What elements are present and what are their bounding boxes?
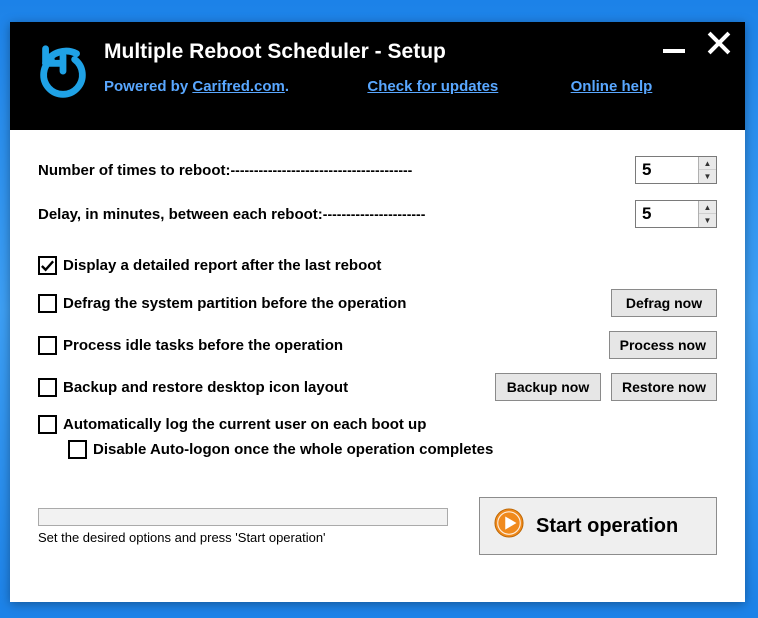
icon-layout-checkbox[interactable] — [38, 378, 57, 397]
check-updates-link[interactable]: Check for updates — [367, 78, 498, 95]
powered-by-prefix: Powered by — [104, 78, 192, 95]
detailed-report-label: Display a detailed report after the last… — [63, 257, 381, 274]
delay-label: Delay, in minutes, between each reboot: — [38, 206, 323, 223]
disable-auto-logon-label: Disable Auto-logon once the whole operat… — [93, 441, 493, 458]
delay-value[interactable]: 5 — [636, 201, 698, 227]
defrag-checkbox[interactable] — [38, 294, 57, 313]
delay-stepper[interactable]: 5 ▲ ▼ — [635, 200, 717, 228]
minimize-button[interactable] — [661, 30, 687, 56]
process-now-button[interactable]: Process now — [609, 331, 717, 359]
separator-dashes: ---------------------- — [323, 206, 426, 222]
start-operation-button[interactable]: Start operation — [479, 497, 717, 555]
start-operation-label: Start operation — [536, 515, 678, 538]
detailed-report-checkbox[interactable] — [38, 256, 57, 275]
content-area: Number of times to reboot: -------------… — [10, 130, 745, 573]
titlebar: Multiple Reboot Scheduler - Setup Powere… — [10, 22, 745, 130]
backup-now-button[interactable]: Backup now — [495, 373, 601, 401]
icon-layout-label: Backup and restore desktop icon layout — [63, 379, 348, 396]
close-button[interactable] — [705, 30, 731, 56]
online-help-link[interactable]: Online help — [571, 78, 653, 95]
reboot-count-value[interactable]: 5 — [636, 157, 698, 183]
reboot-count-label: Number of times to reboot: — [38, 162, 231, 179]
idle-tasks-label: Process idle tasks before the operation — [63, 337, 343, 354]
status-text: Set the desired options and press 'Start… — [38, 530, 448, 545]
defrag-now-button[interactable]: Defrag now — [611, 289, 717, 317]
delay-up[interactable]: ▲ — [699, 201, 716, 214]
play-icon — [494, 508, 524, 544]
defrag-label: Defrag the system partition before the o… — [63, 295, 406, 312]
reboot-count-stepper[interactable]: 5 ▲ ▼ — [635, 156, 717, 184]
app-window: Multiple Reboot Scheduler - Setup Powere… — [10, 22, 745, 602]
reboot-count-up[interactable]: ▲ — [699, 157, 716, 170]
carifred-link[interactable]: Carifred.com — [192, 78, 285, 95]
power-reboot-icon — [28, 38, 98, 108]
idle-tasks-checkbox[interactable] — [38, 336, 57, 355]
auto-logon-checkbox[interactable] — [38, 415, 57, 434]
separator-dashes: --------------------------------------- — [231, 162, 413, 178]
progress-bar — [38, 508, 448, 526]
reboot-count-down[interactable]: ▼ — [699, 170, 716, 183]
restore-now-button[interactable]: Restore now — [611, 373, 717, 401]
app-title: Multiple Reboot Scheduler - Setup — [104, 40, 727, 64]
delay-down[interactable]: ▼ — [699, 214, 716, 227]
powered-by-suffix: . — [285, 78, 289, 95]
auto-logon-label: Automatically log the current user on ea… — [63, 416, 426, 433]
disable-auto-logon-checkbox[interactable] — [68, 440, 87, 459]
